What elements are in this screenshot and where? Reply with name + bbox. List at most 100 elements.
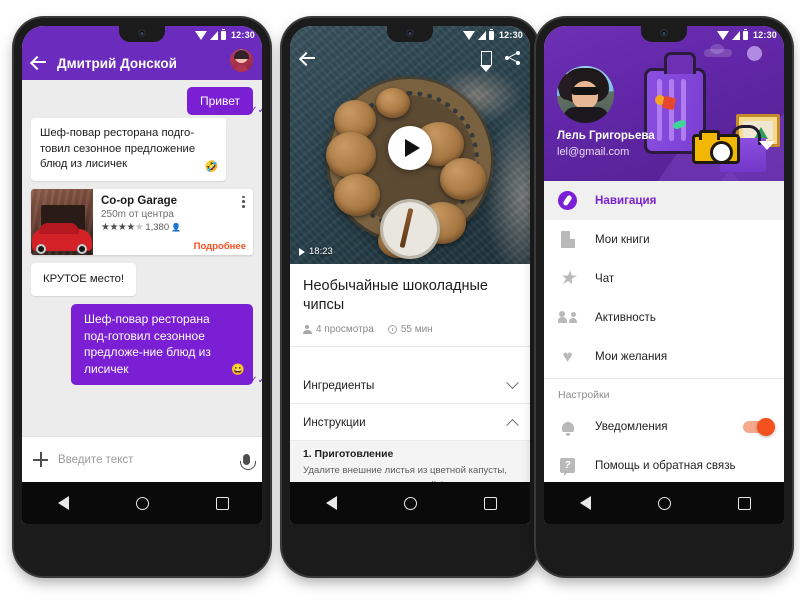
nav-recents-icon[interactable]: [215, 496, 229, 510]
rating-count: 1,380: [145, 221, 170, 233]
place-card[interactable]: Co-op Garage 250m от центра ★★★★★ 1,380 …: [31, 188, 253, 255]
sidebar-item-activity[interactable]: Активность: [544, 298, 784, 337]
battery-icon: [220, 28, 226, 40]
clock-icon: [387, 325, 397, 335]
notifications-toggle[interactable]: [743, 417, 775, 436]
profile-email: lel@gmail.com: [557, 146, 630, 158]
star-icon: ★: [558, 268, 577, 289]
instruction-text: Удалите внешние листья из цветной капуст…: [303, 465, 512, 482]
message-text: Шеф-повар ресторана под-готовил сезонное…: [83, 312, 211, 376]
notch: [119, 26, 165, 42]
read-receipt-icon: ✓✓: [249, 105, 262, 116]
chat-title: Дмитрий Донской: [57, 56, 177, 71]
nav-recents-icon[interactable]: [737, 496, 751, 510]
camera-illustration: [692, 130, 740, 164]
recipe-time: 55 мин: [387, 324, 433, 335]
back-arrow-icon[interactable]: [31, 54, 47, 70]
place-name: Co-op Garage: [101, 194, 178, 207]
signal-icon: [209, 30, 218, 40]
emoji: 🤣: [204, 160, 219, 173]
chevron-up-icon[interactable]: [506, 418, 519, 432]
person-icon: [303, 325, 312, 335]
emoji: 😀: [231, 364, 245, 377]
chat-input-placeholder[interactable]: Введите текст: [58, 454, 233, 466]
video-duration: 18:23: [299, 246, 333, 257]
recipe-video[interactable]: 18:23: [290, 26, 530, 264]
drawer-nav-list: Навигация Мои книги ★ Чат Активность ♥ М…: [544, 181, 784, 485]
screen-chat: Дмитрий Донской 12:30 Привет ✓✓ Шеф-пова…: [22, 26, 262, 524]
accordion-ingredients[interactable]: Ингредиенты: [290, 367, 530, 404]
back-arrow-icon[interactable]: [300, 50, 316, 66]
compass-icon: [558, 191, 577, 210]
wifi-icon: [462, 30, 475, 40]
sidebar-item-label: Мои желания: [595, 350, 668, 363]
video-toolbar: [290, 50, 530, 72]
person-icon: 👤: [171, 222, 182, 232]
settings-section-title: Настройки: [558, 389, 610, 401]
star-rating-icon: ★★★★★: [101, 221, 144, 233]
status-time: 12:30: [752, 30, 777, 40]
accordion-instructions[interactable]: Инструкции: [290, 404, 530, 441]
sidebar-item-navigation[interactable]: Навигация: [544, 181, 784, 220]
screen-recipe: 18:23 12:30 Необычайные шоколадные чипсы…: [290, 26, 530, 524]
place-info: Co-op Garage 250m от центра ★★★★★ 1,380 …: [93, 189, 253, 255]
place-more-link[interactable]: Подробнее: [194, 241, 246, 252]
recipe-title: Необычайные шоколадные чипсы: [303, 278, 488, 314]
plus-icon[interactable]: [33, 452, 48, 467]
duration-text: 18:23: [309, 246, 333, 257]
recipe-meta: 4 просмотра 55 мин: [303, 324, 517, 335]
triangle-down-icon[interactable]: [759, 141, 775, 150]
help-icon: ?: [558, 458, 577, 473]
contact-avatar[interactable]: [230, 49, 253, 72]
android-nav-bar: [544, 482, 784, 524]
kebab-menu-icon[interactable]: [242, 195, 245, 210]
instruction-panel: 1. Приготовление Удалите внешние листья …: [290, 441, 530, 482]
sidebar-item-label: Уведомления: [595, 420, 668, 433]
nav-recents-icon[interactable]: [483, 496, 497, 510]
people-icon: [558, 311, 577, 324]
bell-icon: [558, 420, 577, 436]
message-bubble-outgoing[interactable]: Привет ✓✓: [186, 87, 262, 116]
chat-input-bar[interactable]: Введите текст: [22, 436, 262, 482]
chevron-down-icon[interactable]: [506, 375, 519, 389]
message-text: КРУТОЕ место!: [43, 272, 125, 285]
message-bubble-incoming[interactable]: Шеф-повар ресторана подго-товил сезонное…: [31, 118, 227, 181]
bookmark-icon[interactable]: [480, 51, 493, 72]
status-time: 12:30: [498, 30, 523, 40]
microphone-icon[interactable]: [239, 454, 256, 470]
nav-back-icon[interactable]: [56, 496, 69, 510]
play-button-icon[interactable]: [388, 126, 432, 170]
message-bubble-incoming[interactable]: КРУТОЕ место!: [31, 262, 137, 297]
sidebar-item-label: Мои книги: [595, 233, 650, 246]
sidebar-item-help-feedback[interactable]: ? Помощь и обратная связь: [544, 446, 784, 485]
phone-chat: Дмитрий Донской 12:30 Привет ✓✓ Шеф-пова…: [14, 18, 270, 576]
drawer-header: Лель Григорьева lel@gmail.com: [544, 26, 784, 181]
phone-drawer: Лель Григорьева lel@gmail.com 12:30 Нави…: [536, 18, 792, 576]
cloud-icon: [704, 44, 732, 57]
notch: [641, 26, 687, 42]
sidebar-item-notifications[interactable]: Уведомления: [544, 407, 784, 446]
sidebar-item-my-wishes[interactable]: ♥ Мои желания: [544, 337, 784, 376]
divider: [544, 378, 784, 379]
nav-home-icon[interactable]: [657, 496, 671, 510]
chat-message-list[interactable]: Привет ✓✓ Шеф-повар ресторана подго-тови…: [22, 80, 262, 478]
place-distance: 250m от центра: [101, 208, 174, 220]
heart-icon: ♥: [562, 347, 573, 366]
user-avatar[interactable]: [557, 66, 614, 123]
sidebar-item-my-books[interactable]: Мои книги: [544, 220, 784, 259]
nav-home-icon[interactable]: [135, 496, 149, 510]
wifi-icon: [194, 30, 207, 40]
book-icon: [558, 231, 577, 248]
nav-home-icon[interactable]: [403, 496, 417, 510]
play-small-icon: [299, 247, 305, 256]
sidebar-item-chat[interactable]: ★ Чат: [544, 259, 784, 298]
message-bubble-outgoing[interactable]: Шеф-повар ресторана под-готовил сезонное…: [70, 304, 262, 385]
place-photo: [31, 188, 93, 255]
accordion-label: Инструкции: [303, 415, 366, 429]
nav-back-icon[interactable]: [578, 496, 591, 510]
share-icon[interactable]: [505, 51, 520, 65]
nav-back-icon[interactable]: [324, 496, 337, 510]
android-nav-bar: [290, 482, 530, 524]
profile-name: Лель Григорьева: [557, 130, 655, 142]
signal-icon: [731, 30, 740, 40]
